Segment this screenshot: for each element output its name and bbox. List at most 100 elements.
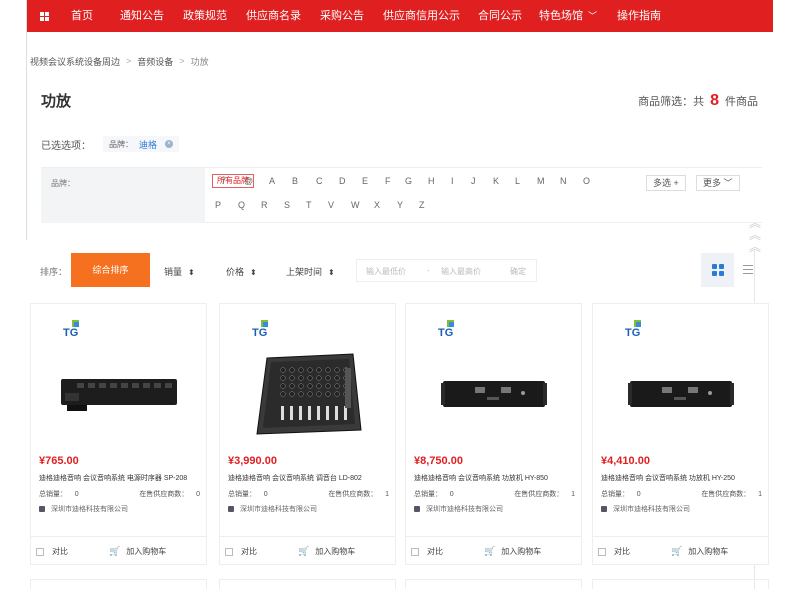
product-card[interactable]: TG ¥4,410.00 迪格迪格音响 会议音响系统 功放机 HY-250 总销… (592, 303, 769, 565)
nav-guide[interactable]: 操作指南 (617, 0, 661, 32)
product-name[interactable]: 迪格迪格音响 会议音响系统 电源时序器 SP-208 (39, 473, 187, 483)
sort-default-button[interactable]: 综合排序 (71, 253, 150, 287)
brand-letter[interactable]: A (269, 176, 275, 186)
card-divider (31, 536, 206, 537)
brand-letter[interactable]: D (339, 176, 346, 186)
menu-grid-icon[interactable] (27, 0, 61, 32)
product-card[interactable]: TG ¥765.00 迪格迪格音响 会议音响系统 电源时序器 SP-208 总销… (30, 303, 207, 565)
price-min-input[interactable]: 输入最低价 (366, 266, 406, 277)
brand-letter[interactable]: V (328, 200, 334, 210)
product-company[interactable]: 深圳市迪格科技有限公司 (601, 504, 690, 514)
product-card-next-row[interactable] (405, 579, 582, 589)
nav-home[interactable]: 首页 (71, 0, 93, 32)
brand-letter[interactable]: X (374, 200, 380, 210)
product-image[interactable] (51, 340, 186, 450)
product-price: ¥8,750.00 (414, 455, 463, 467)
brand-letter[interactable]: L (515, 176, 520, 186)
product-suppliers: 在售供应商数： 1 (514, 491, 575, 498)
add-to-cart-button[interactable]: 🛒 加入购物车 (109, 546, 166, 557)
nav-supplier-credit[interactable]: 供应商信用公示 (383, 0, 460, 32)
more-button[interactable]: 更多 ﹀ (696, 175, 740, 191)
product-company[interactable]: 深圳市迪格科技有限公司 (228, 504, 317, 514)
cart-icon: 🛒 (109, 546, 121, 556)
brand-filter-label-cell: 品牌： (41, 168, 205, 223)
sort-sales-button[interactable]: 销量 ⬍ (164, 265, 195, 278)
brand-letter[interactable]: O (583, 176, 590, 186)
list-view-icon[interactable] (743, 265, 753, 277)
breadcrumb-level-2[interactable]: 音频设备 (137, 55, 173, 68)
brand-letter[interactable]: F (385, 176, 391, 186)
chevron-right-icon: > (126, 56, 132, 66)
remove-chip-icon[interactable]: × (165, 140, 174, 148)
brand-filter: 品牌： 所有品牌 7 @ A B C D E F G H I J K L M N O PQRSTVWXYZ 多选… (41, 167, 762, 223)
brand-letter[interactable]: C (316, 176, 323, 186)
top-nav: 首页 通知公告 政策规范 供应商名录 采购公告 供应商信用公示 合同公示 特色场… (27, 0, 773, 32)
brand-letter[interactable]: Z (419, 200, 425, 210)
product-company[interactable]: 深圳市迪格科技有限公司 (414, 504, 503, 514)
product-name[interactable]: 迪格迪格音响 会议音响系统 调音台 LD-802 (228, 473, 362, 483)
brand-letter[interactable]: J (471, 176, 476, 186)
nav-policies[interactable]: 政策规范 (183, 0, 227, 32)
brand-letter[interactable]: R (261, 200, 268, 210)
product-image[interactable] (240, 340, 375, 450)
brand-letter[interactable]: W (351, 200, 360, 210)
add-to-cart-button[interactable]: 🛒 加入购物车 (484, 546, 541, 557)
brand-letter[interactable]: B (292, 176, 298, 186)
nav-featured-halls[interactable]: 特色场馆 ﹀ (539, 0, 597, 32)
product-name[interactable]: 迪格迪格音响 会议音响系统 功放机 HY-250 (601, 473, 735, 483)
brand-letter[interactable]: N (560, 176, 567, 186)
nav-contracts[interactable]: 合同公示 (478, 0, 522, 32)
brand-letter[interactable]: Y (397, 200, 403, 210)
product-card-next-row[interactable] (30, 579, 207, 589)
brand-letter[interactable]: S (284, 200, 290, 210)
price-dash: - (427, 266, 430, 275)
product-card-next-row[interactable] (219, 579, 396, 589)
checkbox-icon (36, 547, 44, 556)
brand-letter[interactable]: Q (238, 200, 245, 210)
chip-value: 迪格 (139, 139, 158, 150)
breadcrumb-level-1[interactable]: 视频会议系统设备周边 (30, 55, 120, 68)
product-card[interactable]: TG ¥3,990.00 迪格迪格音响 会议音响系统 调音台 LD-802 总销… (219, 303, 396, 565)
chevron-down-icon: ﹀ (723, 178, 733, 188)
brand-letter[interactable]: E (362, 176, 368, 186)
brand-letter[interactable]: P (215, 200, 221, 210)
compare-checkbox[interactable]: 对比 (411, 546, 443, 557)
product-card[interactable]: TG ¥8,750.00 迪格迪格音响 会议音响系统 功放机 HY-850 总销… (405, 303, 582, 565)
grid-view-icon[interactable] (701, 253, 734, 287)
sort-arrows-icon: ⬍ (250, 268, 257, 277)
scroll-up-icon[interactable]: ︽ ︽ ︽ (748, 217, 762, 253)
cart-icon: 🛒 (298, 546, 310, 556)
brand-letter[interactable]: H (428, 176, 435, 186)
sort-time-button[interactable]: 上架时间 ⬍ (286, 265, 335, 278)
add-to-cart-button[interactable]: 🛒 加入购物车 (671, 546, 728, 557)
nav-supplier-directory[interactable]: 供应商名录 (246, 0, 301, 32)
product-suppliers: 在售供应商数： 0 (139, 491, 200, 498)
checkbox-icon (598, 547, 606, 556)
compare-checkbox[interactable]: 对比 (598, 546, 630, 557)
product-name[interactable]: 迪格迪格音响 会议音响系统 功放机 HY-850 (414, 473, 548, 483)
brand-letter[interactable]: T (306, 200, 312, 210)
add-to-cart-button[interactable]: 🛒 加入购物车 (298, 546, 355, 557)
brand-logo: TG (625, 320, 641, 338)
product-image[interactable] (613, 340, 748, 450)
product-card-next-row[interactable] (592, 579, 769, 589)
compare-checkbox[interactable]: 对比 (36, 546, 68, 557)
brand-letter[interactable]: I (451, 176, 454, 186)
brand-letter[interactable]: M (537, 176, 545, 186)
price-max-input[interactable]: 输入最高价 (441, 266, 481, 277)
product-image[interactable] (426, 340, 561, 450)
brand-letter[interactable]: K (493, 176, 499, 186)
compare-checkbox[interactable]: 对比 (225, 546, 257, 557)
sort-price-button[interactable]: 价格 ⬍ (226, 265, 257, 278)
brand-letter[interactable]: 7 (221, 176, 226, 186)
product-sales: 总销量： 0 (601, 491, 641, 498)
price-confirm-button[interactable]: 确定 (510, 266, 526, 277)
nav-notices[interactable]: 通知公告 (120, 0, 164, 32)
shop-icon (601, 506, 607, 512)
brand-letter[interactable]: G (405, 176, 412, 186)
nav-procurement[interactable]: 采购公告 (320, 0, 364, 32)
brand-letter[interactable]: @ (244, 176, 253, 186)
product-company[interactable]: 深圳市迪格科技有限公司 (39, 504, 128, 514)
sort-arrows-icon: ⬍ (188, 268, 195, 277)
multi-select-button[interactable]: 多选 + (646, 175, 686, 191)
